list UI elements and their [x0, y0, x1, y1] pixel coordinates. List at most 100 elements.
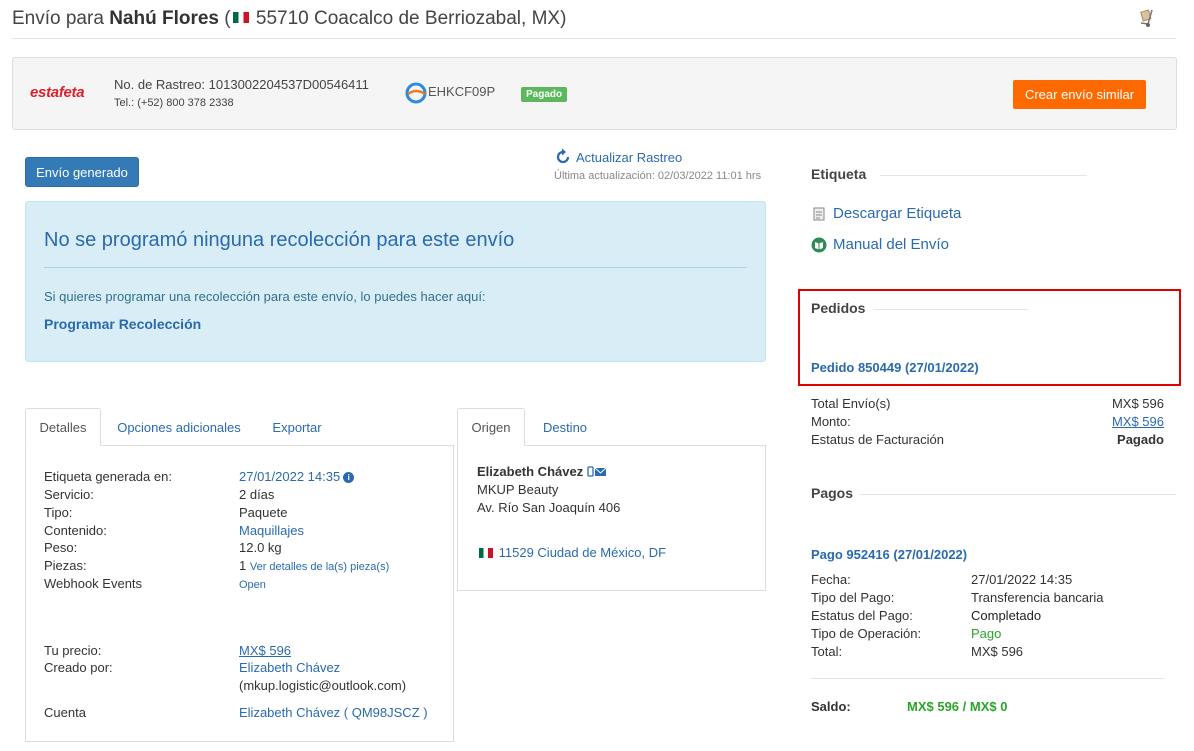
document-icon — [813, 207, 825, 220]
title-prefix: Envío para — [12, 8, 104, 29]
header-divider — [12, 38, 1176, 39]
operation-type-label: Tipo de Operación: — [811, 626, 922, 641]
book-icon — [811, 237, 827, 252]
origin-city[interactable]: 11529 Ciudad de México, DF — [477, 544, 666, 562]
orders-section-title: Pedidos — [811, 300, 866, 316]
billing-status-value: Pagado — [1117, 432, 1164, 447]
envia-logo-icon — [405, 82, 427, 104]
amount-value[interactable]: MX$ 596 — [1064, 413, 1164, 431]
balance-label: Saldo: — [811, 699, 851, 714]
tab-destination[interactable]: Destino — [531, 408, 599, 446]
amount-label: Monto: — [811, 414, 851, 429]
tab-origin[interactable]: Origen — [457, 408, 525, 446]
payment-status-value: Completado — [971, 608, 1042, 623]
account-paren-open: ( — [340, 705, 352, 720]
price-label: Tu precio: — [44, 643, 102, 658]
carrier-logo: estafeta — [30, 84, 85, 101]
payment-status-label: Estatus del Pago: — [811, 608, 913, 623]
tab-additional-options[interactable]: Opciones adicionales — [106, 408, 252, 446]
webhook-label: Webhook Events — [44, 576, 143, 591]
origin-city-text: 11529 Ciudad de México, DF — [498, 545, 667, 560]
payment-total-value: MX$ 596 — [971, 644, 1024, 659]
payment-date-value: 27/01/2022 14:35 — [971, 572, 1073, 587]
recipient-name: Nahú Flores — [109, 8, 219, 29]
shipment-manual-text: Manual del Envío — [833, 236, 949, 253]
pieces-details-link[interactable]: Ver detalles de la(s) pieza(s) — [250, 561, 389, 573]
service-label: Servicio: — [44, 487, 94, 502]
payments-section-rule — [860, 494, 1176, 495]
pickup-text: Si quieres programar una recolección par… — [44, 289, 486, 304]
download-label-link[interactable]: Descargar Etiqueta — [811, 205, 961, 222]
balance-value: MX$ 596 / MX$ 0 — [907, 699, 1008, 714]
envia-code: EHKCF09P — [428, 84, 496, 99]
account-paren-close: ) — [419, 705, 428, 720]
tab-details[interactable]: Detalles — [25, 408, 101, 446]
service-value: 2 días — [239, 487, 275, 502]
content-label: Contenido: — [44, 523, 107, 538]
tracking-number: No. de Rastreo: 1013002204537D00546411 — [114, 77, 369, 92]
payment-total-label: Total: — [811, 644, 843, 659]
pickup-divider — [44, 267, 747, 268]
type-value: Paquete — [239, 505, 288, 520]
label-generated-value: 27/01/2022 14:35 i — [239, 468, 355, 486]
label-section-rule — [880, 175, 1087, 176]
total-shipments-value: MX$ 596 — [1111, 396, 1164, 411]
label-generated-label: Etiqueta generada en: — [44, 469, 172, 484]
mexico-flag-icon — [232, 12, 249, 24]
created-by-email: (mkup.logistic@outlook.com) — [239, 678, 407, 693]
orders-section-rule — [873, 309, 1028, 310]
operation-type-value: Pago — [971, 626, 1002, 641]
weight-value: 12.0 kg — [239, 540, 282, 555]
mexico-flag-icon — [479, 547, 493, 558]
payment-type-value: Transferencia bancaria — [971, 590, 1104, 605]
balance-rule — [811, 678, 1164, 679]
label-generated-date: 27/01/2022 14:35 — [239, 469, 341, 484]
phone-mail-icon[interactable] — [587, 465, 607, 478]
pickup-title: No se programó ninguna recolección para … — [44, 229, 515, 251]
payment-date-label: Fecha: — [811, 572, 851, 587]
download-label-text: Descargar Etiqueta — [833, 205, 962, 222]
account-code-link[interactable]: QM98JSCZ — [352, 705, 420, 720]
content-value[interactable]: Maquillajes — [239, 522, 304, 540]
payment-link[interactable]: Pago 952416 (27/01/2022) — [811, 546, 967, 564]
total-shipments-label: Total Envío(s) — [811, 396, 891, 411]
origin-street: Av. Río San Joaquín 406 — [477, 500, 621, 515]
origin-company: MKUP Beauty — [477, 482, 559, 497]
schedule-pickup-link[interactable]: Programar Recolección — [44, 316, 201, 332]
shipment-status-button[interactable]: Envío generado — [25, 157, 139, 187]
refresh-tracking-link[interactable]: Actualizar Rastreo — [554, 148, 682, 166]
origin-name-row: Elizabeth Chávez — [477, 463, 607, 481]
paid-badge: Pagado — [521, 87, 568, 102]
page-title: Envío para Nahú Flores ( 55710 Coacalco … — [12, 8, 566, 30]
carrier-phone: Tel.: (+52) 800 378 2338 — [114, 97, 234, 109]
account-value: Elizabeth Chávez ( QM98JSCZ ) — [239, 704, 428, 722]
account-label: Cuenta — [44, 705, 86, 720]
created-by-link[interactable]: Elizabeth Chávez — [239, 659, 340, 677]
billing-status-label: Estatus de Facturación — [811, 432, 944, 447]
info-icon[interactable]: i — [343, 472, 355, 484]
order-link[interactable]: Pedido 850449 (27/01/2022) — [811, 359, 979, 377]
shipment-manual-link[interactable]: Manual del Envío — [811, 236, 949, 253]
weight-label: Peso: — [44, 540, 78, 555]
payments-section-title: Pagos — [811, 485, 854, 501]
hand-truck-icon[interactable] — [1136, 8, 1158, 28]
type-label: Tipo: — [44, 505, 73, 520]
account-name-link[interactable]: Elizabeth Chávez — [239, 705, 340, 720]
price-value[interactable]: MX$ 596 — [239, 642, 291, 660]
webhook-open-link[interactable]: Open — [239, 576, 266, 594]
title-paren: ( — [224, 8, 231, 29]
pickup-info-box — [25, 201, 766, 362]
last-update-text: Última actualización: 02/03/2022 11:01 h… — [554, 170, 762, 182]
refresh-tracking-label: Actualizar Rastreo — [576, 149, 683, 165]
origin-name: Elizabeth Chávez — [477, 464, 584, 479]
pieces-value: 1 Ver detalles de la(s) pieza(s) — [239, 557, 389, 576]
refresh-icon — [556, 148, 570, 164]
pieces-count: 1 — [239, 558, 247, 573]
payment-type-label: Tipo del Pago: — [811, 590, 895, 605]
pieces-label: Piezas: — [44, 558, 87, 573]
tab-export[interactable]: Exportar — [258, 408, 336, 446]
created-by-label: Creado por: — [44, 660, 113, 675]
create-similar-shipment-button[interactable]: Crear envío similar — [1013, 80, 1146, 109]
destination-address: 55710 Coacalco de Berriozabal, MX) — [255, 8, 567, 29]
label-section-title: Etiqueta — [811, 166, 867, 182]
